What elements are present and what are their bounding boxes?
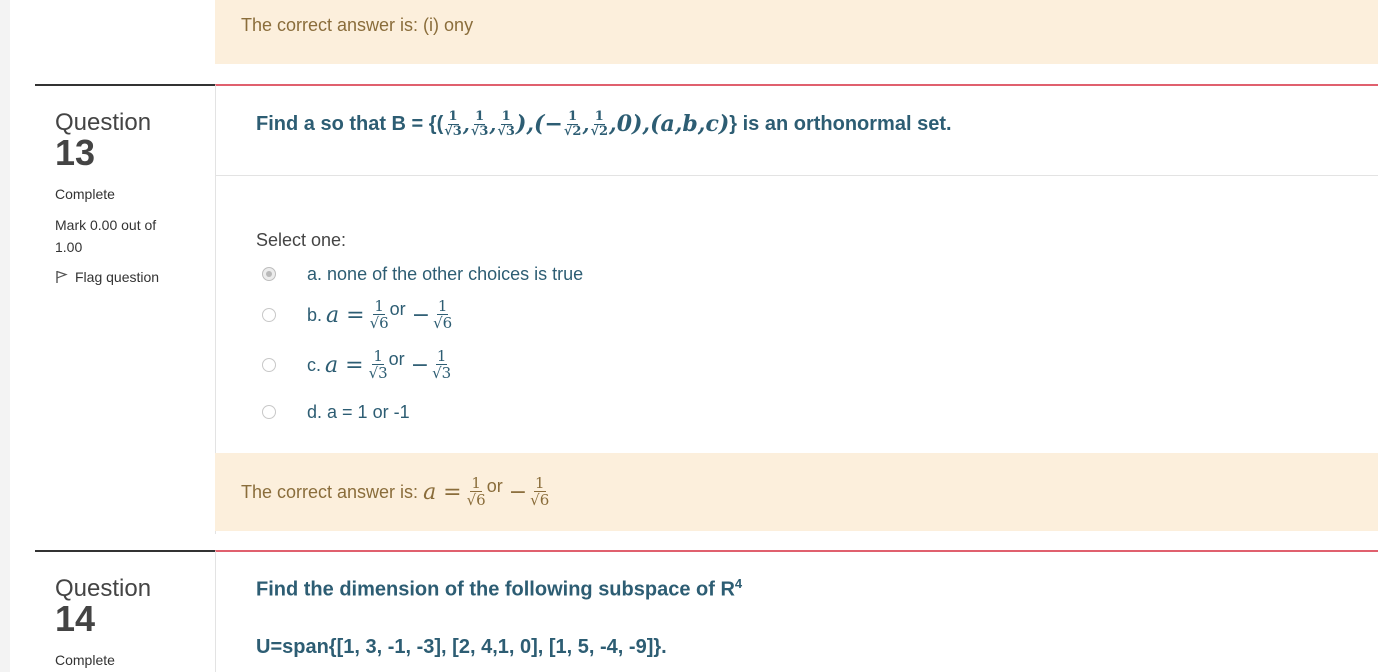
option-letter: c. bbox=[307, 354, 322, 375]
question-13-text: Find a so that B = {( 1 √3, 1 √3, 1 √3 ),(−… bbox=[256, 108, 952, 139]
option-c-label[interactable]: c. a = 1 √3 or − 1 √3 bbox=[307, 348, 452, 382]
fraction: 1 √3 bbox=[470, 108, 489, 139]
question-state: Complete bbox=[55, 186, 115, 202]
fraction: 1 √3 bbox=[432, 347, 452, 382]
fraction: 1 √6 bbox=[530, 474, 550, 509]
answer-option-d[interactable]: d. a = 1 or -1 bbox=[262, 392, 410, 432]
radio-option-c[interactable] bbox=[262, 358, 276, 372]
radio-option-b[interactable] bbox=[262, 308, 276, 322]
question-13-feedback: The correct answer is: a = 1 √6 or − 1 √6 bbox=[215, 453, 1378, 531]
option-a-label[interactable]: a. none of the other choices is true bbox=[307, 264, 583, 285]
radio-option-a[interactable] bbox=[262, 267, 276, 281]
fraction: 1 √2 bbox=[563, 108, 582, 139]
superscript: 4 bbox=[734, 576, 743, 591]
fraction: 1 √3 bbox=[368, 347, 388, 382]
question-13-text-prefix: Find a so that B = {( bbox=[256, 112, 444, 135]
option-or: or bbox=[389, 298, 406, 319]
feedback-prefix: The correct answer is: bbox=[241, 481, 424, 502]
option-or: or bbox=[388, 348, 405, 369]
answer-option-c[interactable]: c. a = 1 √3 or − 1 √3 bbox=[262, 345, 452, 385]
option-b-label[interactable]: b. a = 1 √6 or − 1 √6 bbox=[307, 298, 453, 332]
question-number: 13 bbox=[55, 132, 96, 173]
option-text: none of the other choices is true bbox=[327, 263, 584, 284]
fraction: 1 √6 bbox=[466, 474, 486, 509]
question-13-info: Question 13 Complete Mark 0.00 out of 1.… bbox=[35, 84, 215, 314]
flag-question-label: Flag question bbox=[75, 269, 160, 285]
question-divider bbox=[216, 175, 1378, 176]
question-14-info: Question 14 Complete bbox=[35, 550, 215, 672]
option-letter: b. bbox=[307, 304, 323, 325]
option-letter: d. bbox=[307, 401, 323, 422]
feedback-or: or bbox=[486, 475, 503, 496]
page-left-gutter bbox=[0, 0, 10, 672]
flag-question-button[interactable]: Flag question bbox=[55, 269, 215, 285]
select-one-prompt: Select one: bbox=[256, 230, 347, 250]
question-state: Complete bbox=[55, 652, 115, 668]
fraction: 1 √6 bbox=[369, 297, 389, 332]
fraction: 1 √6 bbox=[433, 297, 453, 332]
fraction: 1 √3 bbox=[497, 108, 515, 139]
question-14-text: Find the dimension of the following subs… bbox=[256, 578, 735, 601]
option-d-label[interactable]: d. a = 1 or -1 bbox=[307, 402, 410, 423]
previous-feedback: The correct answer is: (i) ony bbox=[215, 0, 1378, 64]
answer-option-a[interactable]: a. none of the other choices is true bbox=[262, 254, 583, 294]
previous-feedback-text: The correct answer is: (i) ony bbox=[241, 15, 474, 35]
fraction: 1 √3 bbox=[444, 108, 462, 139]
flag-icon bbox=[56, 270, 68, 283]
question-number: 14 bbox=[55, 598, 96, 639]
question-14-text-line1: Find the dimension of the following subs… bbox=[256, 576, 742, 602]
answer-option-b[interactable]: b. a = 1 √6 or − 1 √6 bbox=[262, 295, 453, 335]
fraction: 1 √2 bbox=[590, 108, 609, 139]
question-grade: Mark 0.00 out of 1.00 bbox=[55, 217, 157, 255]
question-14-text-line2: U=span{[1, 3, -1, -3], [2, 4,1, 0], [1, … bbox=[256, 636, 667, 658]
question-13-text-suffix: } is an orthonormal set. bbox=[729, 112, 952, 135]
radio-option-d[interactable] bbox=[262, 405, 276, 419]
option-text: a = 1 or -1 bbox=[327, 401, 410, 422]
option-letter: a. bbox=[307, 263, 323, 284]
